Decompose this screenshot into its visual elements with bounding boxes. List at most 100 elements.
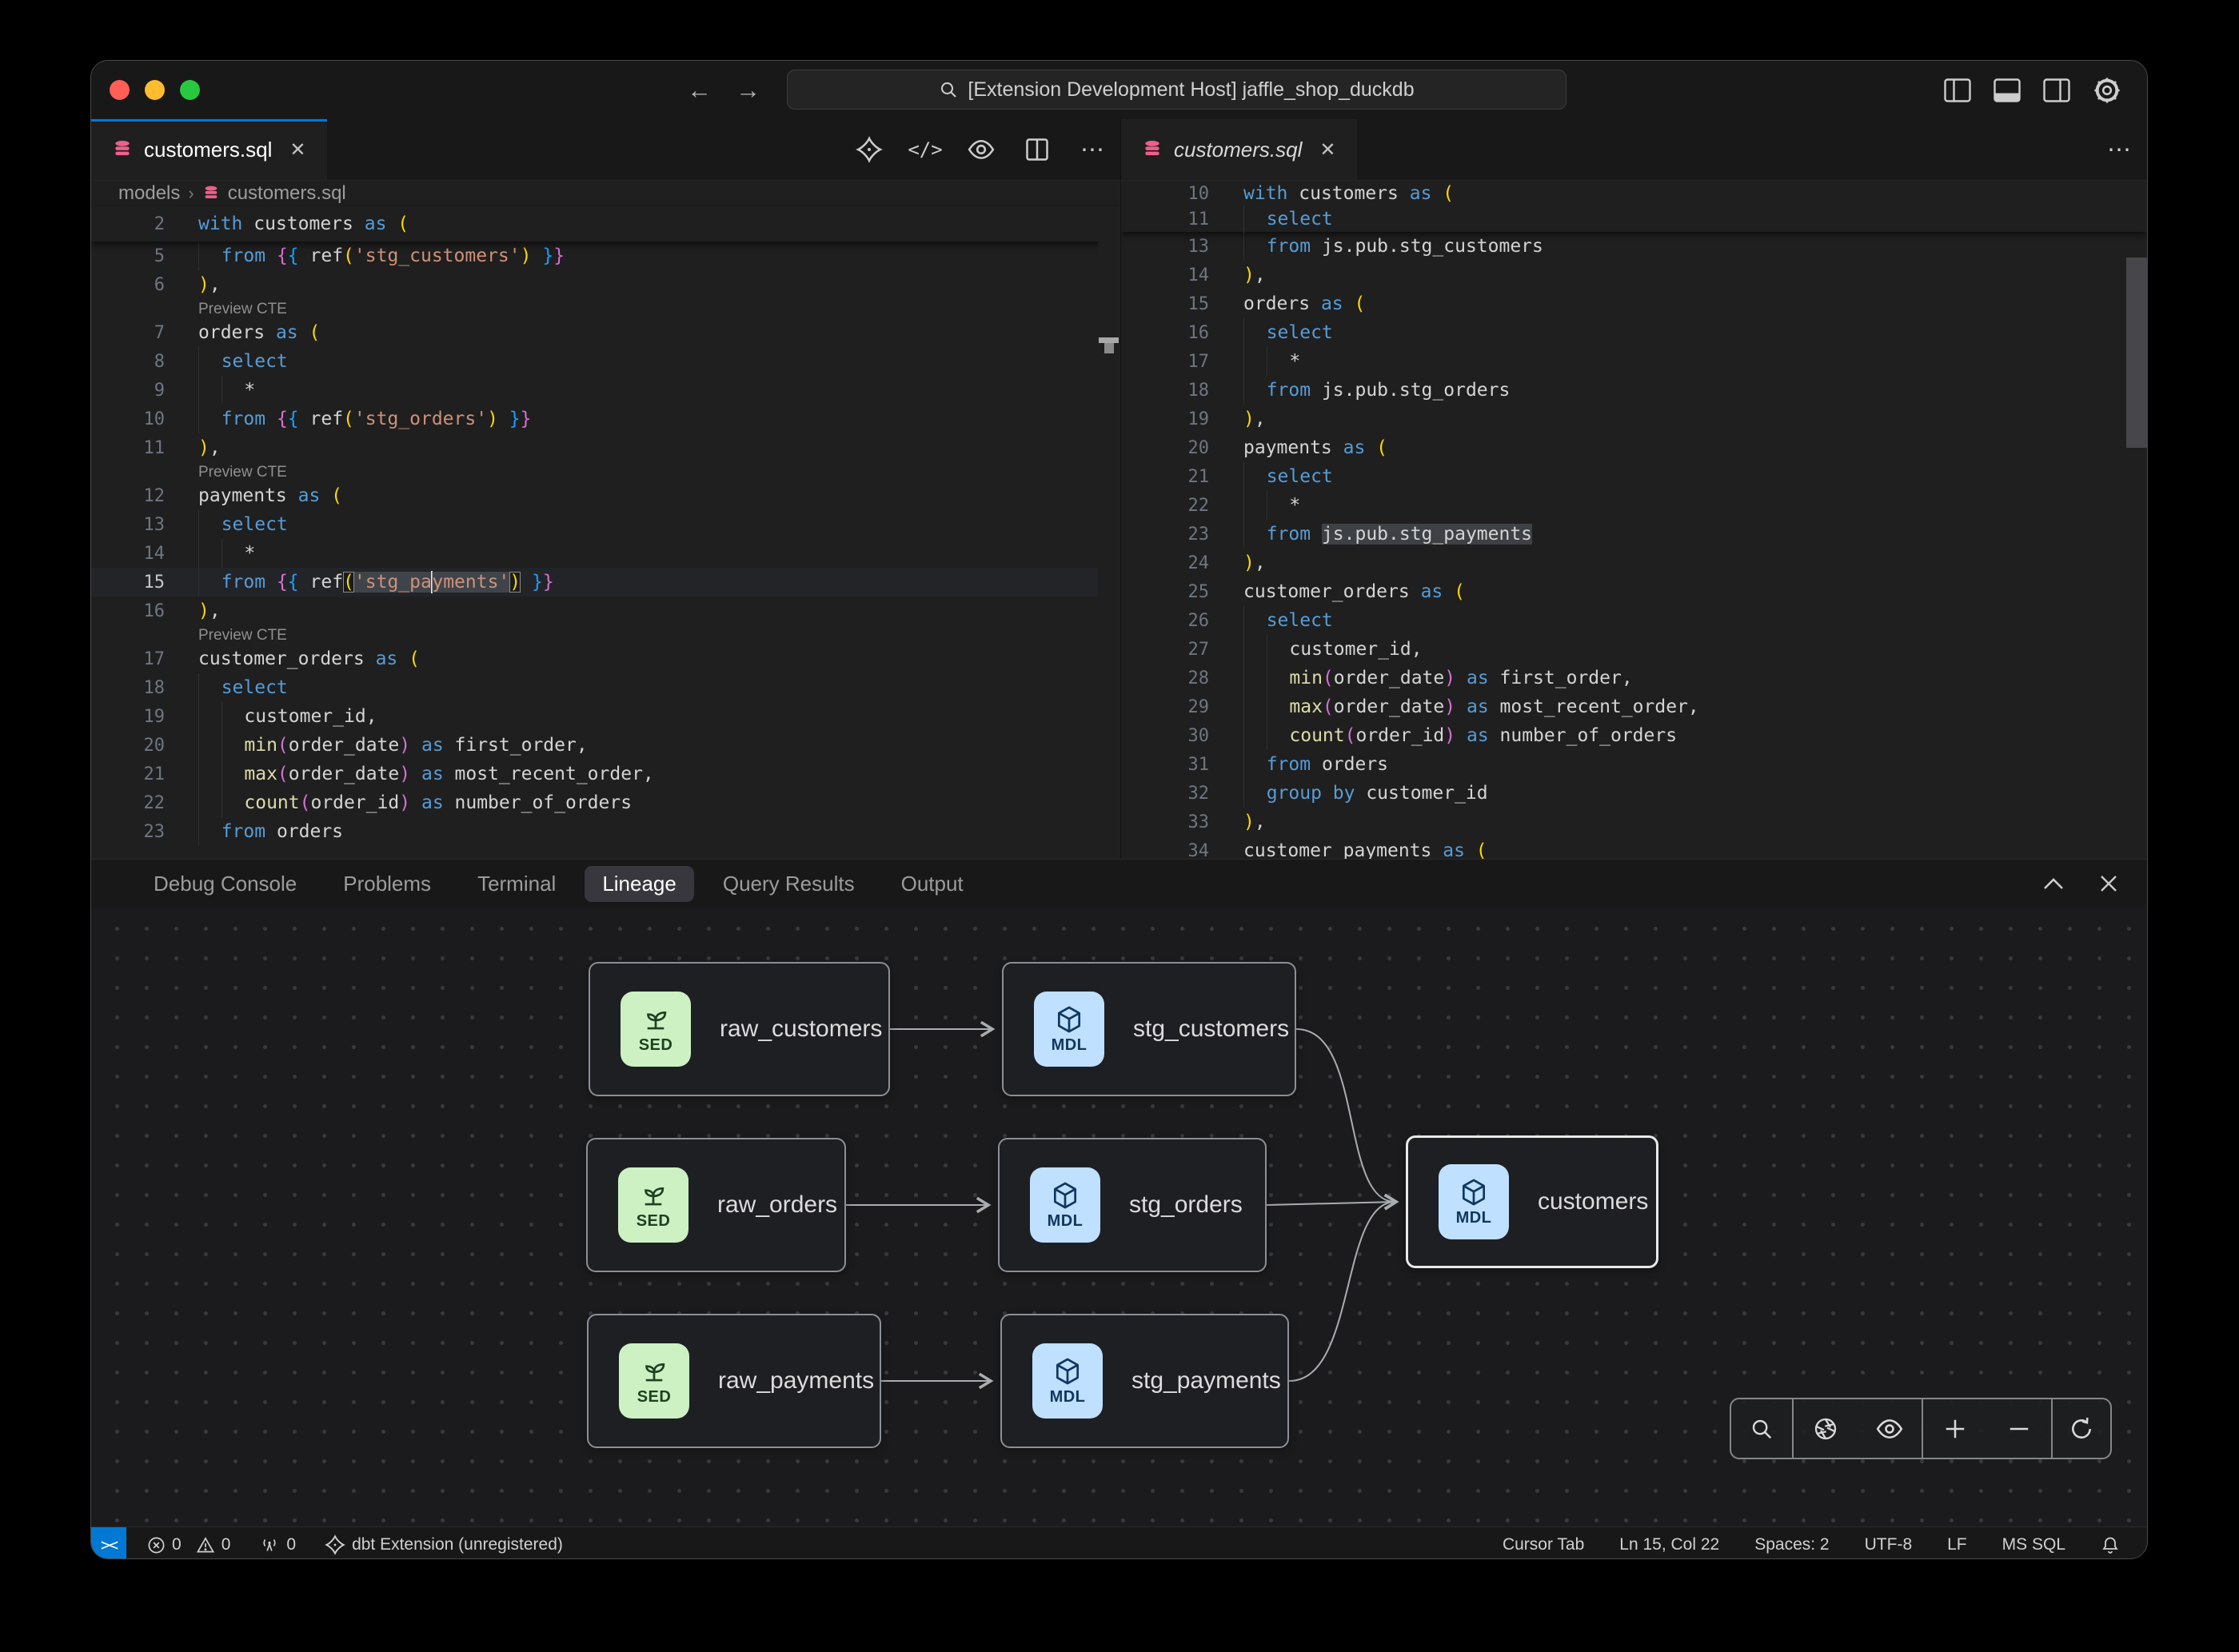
sticky-code-line[interactable]: 10with customers as (: [1121, 181, 2147, 206]
tab-customers-sql-left[interactable]: customers.sql ✕: [91, 119, 327, 180]
split-editor-icon[interactable]: [1021, 134, 1053, 166]
panel-tab-output[interactable]: Output: [884, 866, 981, 902]
cursor-mode-status[interactable]: Cursor Tab: [1503, 1535, 1584, 1554]
more-actions-icon[interactable]: ⋯: [2104, 134, 2136, 166]
code-line[interactable]: 25customer_orders as (: [1121, 577, 2147, 606]
code-line[interactable]: 21select: [1121, 462, 2147, 491]
sticky-code-line[interactable]: 11select: [1121, 206, 2147, 232]
preview-eye-icon[interactable]: [965, 134, 997, 166]
panel-tab-terminal[interactable]: Terminal: [460, 866, 573, 902]
panel-tab-debug-console[interactable]: Debug Console: [136, 866, 314, 902]
code-line[interactable]: 21max(order_date) as most_recent_order,: [91, 760, 1120, 788]
code-line[interactable]: 34customer_payments as (: [1121, 836, 2147, 859]
ports-status[interactable]: 0: [259, 1535, 296, 1554]
code-line[interactable]: 15orders as (: [1121, 289, 2147, 318]
code-line[interactable]: 19),: [1121, 405, 2147, 433]
minimize-window-button[interactable]: [145, 80, 165, 100]
codelens-preview-cte[interactable]: Preview CTE: [198, 464, 287, 481]
zoom-in-button[interactable]: [1931, 1399, 1979, 1458]
code-line[interactable]: 14),: [1121, 261, 2147, 289]
code-line[interactable]: 7orders as (: [91, 318, 1120, 347]
more-actions-icon[interactable]: ⋯: [1077, 134, 1109, 166]
command-center[interactable]: [Extension Development Host] jaffle_shop…: [787, 70, 1567, 110]
breadcrumb-folder[interactable]: models: [118, 182, 180, 205]
dbt-extension-status[interactable]: dbt Extension (unregistered): [325, 1534, 563, 1555]
code-line[interactable]: 8select: [91, 347, 1120, 376]
code-line[interactable]: 33),: [1121, 808, 2147, 836]
lineage-node-raw_payments[interactable]: SEDraw_payments: [587, 1314, 881, 1448]
indentation-status[interactable]: Spaces: 2: [1754, 1535, 1829, 1554]
code-line[interactable]: 17customer_orders as (: [91, 644, 1120, 673]
code-line[interactable]: 20payments as (: [1121, 433, 2147, 462]
tab-close-icon[interactable]: ✕: [1319, 138, 1335, 162]
back-arrow-icon[interactable]: ←: [687, 76, 712, 105]
lineage-node-stg_customers[interactable]: MDLstg_customers: [1002, 962, 1296, 1096]
cursor-position-status[interactable]: Ln 15, Col 22: [1619, 1535, 1719, 1554]
maximize-panel-chevron-icon[interactable]: [2041, 876, 2065, 891]
tab-close-icon[interactable]: ✕: [289, 138, 305, 162]
lineage-node-stg_orders[interactable]: MDLstg_orders: [998, 1138, 1267, 1272]
code-line[interactable]: 22count(order_id) as number_of_orders: [91, 788, 1120, 817]
code-line[interactable]: 16select: [1121, 318, 2147, 347]
zoom-out-button[interactable]: [1995, 1399, 2043, 1458]
code-line[interactable]: 6),: [91, 270, 1120, 299]
lineage-node-raw_customers[interactable]: SEDraw_customers: [589, 962, 890, 1096]
refresh-lineage-button[interactable]: [2057, 1399, 2105, 1458]
code-line[interactable]: 27customer_id,: [1121, 635, 2147, 664]
compile-code-icon[interactable]: </>: [909, 134, 941, 166]
code-line[interactable]: 26select: [1121, 606, 2147, 635]
panel-tab-lineage[interactable]: Lineage: [585, 866, 694, 902]
code-line[interactable]: 11),: [91, 433, 1120, 462]
close-panel-icon[interactable]: [2099, 874, 2118, 893]
lineage-search-button[interactable]: [1738, 1399, 1786, 1458]
close-window-button[interactable]: [110, 80, 130, 100]
notifications-bell-icon[interactable]: [2101, 1535, 2120, 1555]
lineage-node-raw_orders[interactable]: SEDraw_orders: [586, 1138, 846, 1272]
lineage-canvas[interactable]: SEDraw_customers MDLstg_customers SEDraw_o…: [91, 908, 2147, 1526]
code-line[interactable]: 28min(order_date) as first_order,: [1121, 664, 2147, 692]
code-line[interactable]: 13from js.pub.stg_customers: [1121, 232, 2147, 261]
overview-ruler[interactable]: [1098, 206, 1120, 859]
encoding-status[interactable]: UTF-8: [1865, 1535, 1913, 1554]
vertical-scrollbar[interactable]: [2126, 257, 2147, 448]
code-line[interactable]: 12payments as (: [91, 481, 1120, 510]
lineage-node-customers[interactable]: MDLcustomers: [1406, 1135, 1658, 1268]
remote-indicator[interactable]: ><: [91, 1527, 126, 1559]
codelens-preview-cte[interactable]: Preview CTE: [198, 627, 287, 644]
toggle-panel-icon[interactable]: [1994, 78, 2021, 102]
problems-status[interactable]: 0 0: [147, 1535, 230, 1554]
code-line[interactable]: 13select: [91, 510, 1120, 539]
code-line[interactable]: 23from js.pub.stg_payments: [1121, 520, 2147, 549]
toggle-secondary-sidebar-icon[interactable]: [2043, 78, 2070, 102]
code-line[interactable]: 18from js.pub.stg_orders: [1121, 376, 2147, 405]
code-line[interactable]: 23from orders: [91, 817, 1120, 846]
language-mode-status[interactable]: MS SQL: [2002, 1535, 2065, 1554]
code-line[interactable]: 24),: [1121, 549, 2147, 577]
lineage-visibility-button[interactable]: [1866, 1399, 1914, 1458]
settings-gear-icon[interactable]: [2093, 76, 2121, 105]
code-line[interactable]: 32group by customer_id: [1121, 779, 2147, 808]
code-line[interactable]: 18select: [91, 673, 1120, 702]
code-line[interactable]: 10from {{ ref('stg_orders') }}: [91, 405, 1120, 433]
code-line[interactable]: 16),: [91, 597, 1120, 625]
sticky-code-line[interactable]: 2with customers as (: [91, 206, 1120, 241]
code-line[interactable]: 29max(order_date) as most_recent_order,: [1121, 692, 2147, 721]
code-line[interactable]: 17*: [1121, 347, 2147, 376]
eol-status[interactable]: LF: [1947, 1535, 1967, 1554]
tab-customers-sql-right[interactable]: customers.sql ✕: [1121, 119, 1357, 180]
code-line[interactable]: 5from {{ ref('stg_customers') }}: [91, 241, 1120, 270]
code-line[interactable]: 15from {{ ref('stg_payments') }}: [91, 568, 1120, 597]
lineage-snapshot-button[interactable]: [1802, 1399, 1850, 1458]
code-line[interactable]: 30count(order_id) as number_of_orders: [1121, 721, 2147, 750]
toggle-primary-sidebar-icon[interactable]: [1944, 78, 1971, 102]
codelens-preview-cte[interactable]: Preview CTE: [198, 301, 287, 318]
panel-tab-problems[interactable]: Problems: [325, 866, 449, 902]
forward-arrow-icon[interactable]: →: [736, 76, 760, 105]
panel-tab-query-results[interactable]: Query Results: [705, 866, 872, 902]
code-line[interactable]: 31from orders: [1121, 750, 2147, 779]
dbt-action-icon[interactable]: [853, 134, 885, 166]
breadcrumb-file[interactable]: customers.sql: [228, 182, 346, 205]
code-line[interactable]: 22*: [1121, 491, 2147, 520]
code-line[interactable]: 14*: [91, 539, 1120, 568]
lineage-node-stg_payments[interactable]: MDLstg_payments: [1000, 1314, 1289, 1448]
